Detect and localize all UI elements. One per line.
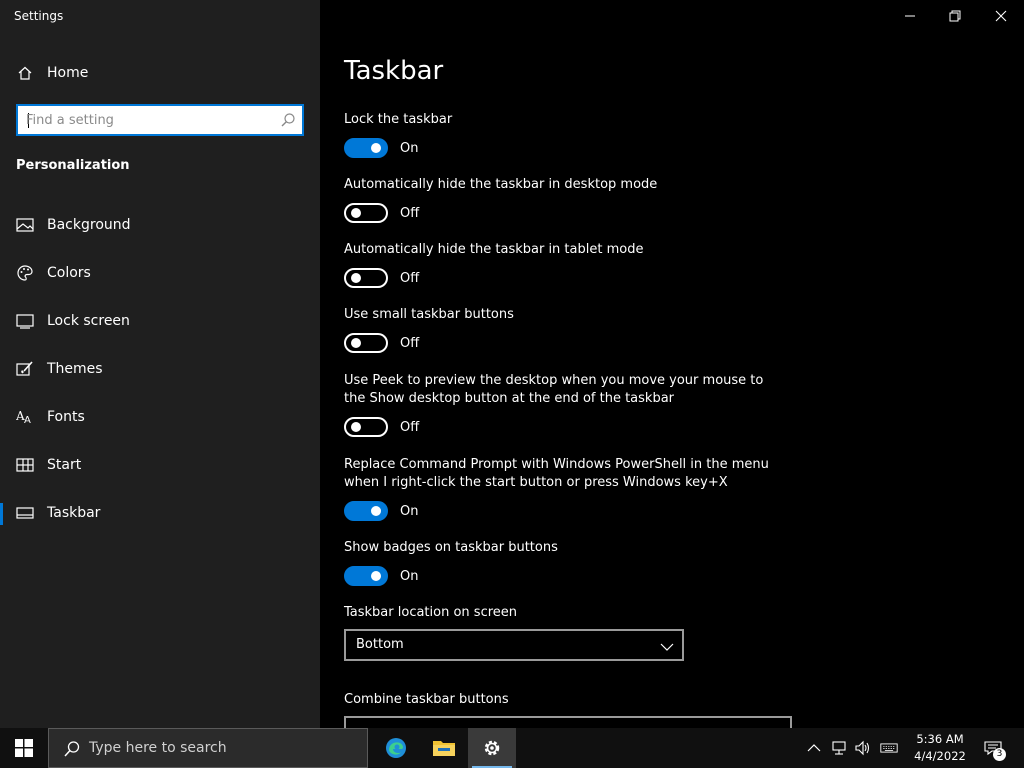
sidebar-item-lock-screen[interactable]: Lock screen xyxy=(0,301,320,341)
setting-label-small-buttons: Use small taskbar buttons xyxy=(344,307,514,322)
sidebar-item-label: Taskbar xyxy=(47,505,101,521)
toggle-knob xyxy=(351,338,361,348)
folder-icon xyxy=(433,741,455,756)
windows-logo-icon xyxy=(15,739,33,757)
toggle-peek[interactable] xyxy=(344,417,388,437)
toggle-autohide-desktop[interactable] xyxy=(344,203,388,223)
sidebar-item-background[interactable]: Background xyxy=(0,205,320,245)
sidebar-item-label: Start xyxy=(47,457,82,473)
combine-buttons-dropdown[interactable] xyxy=(344,716,792,728)
sidebar-item-label: Fonts xyxy=(47,409,85,425)
section-heading: Personalization xyxy=(16,158,130,173)
windows-taskbar: Type here to search 5:36 AM 4/4/2022 3 xyxy=(0,728,1024,768)
search-icon xyxy=(63,740,81,758)
file-explorer-app-button[interactable] xyxy=(420,728,468,768)
palette-icon xyxy=(16,264,34,282)
toggle-knob xyxy=(351,273,361,283)
window-title: Settings xyxy=(14,9,64,23)
taskbar-icon xyxy=(16,504,34,522)
edge-app-button[interactable] xyxy=(372,728,420,768)
svg-text:A: A xyxy=(24,415,31,425)
clock-date[interactable]: 4/4/2022 xyxy=(905,749,975,763)
settings-app-button[interactable] xyxy=(468,728,516,768)
taskbar-search-box[interactable]: Type here to search xyxy=(48,728,368,768)
setting-label-combine: Combine taskbar buttons xyxy=(344,692,509,707)
setting-label-lock-taskbar: Lock the taskbar xyxy=(344,112,453,127)
sidebar-item-label: Themes xyxy=(47,361,103,377)
search-icon[interactable] xyxy=(280,112,296,128)
home-icon xyxy=(16,64,34,82)
start-button[interactable] xyxy=(0,728,48,768)
toggle-autohide-tablet[interactable] xyxy=(344,268,388,288)
close-icon xyxy=(995,10,1007,22)
sidebar-item-label: Background xyxy=(47,217,131,233)
edge-icon xyxy=(386,738,406,758)
setting-label-autohide-desktop: Automatically hide the taskbar in deskto… xyxy=(344,177,658,192)
notification-badge: 3 xyxy=(993,748,1006,761)
setting-label-autohide-tablet: Automatically hide the taskbar in tablet… xyxy=(344,242,644,257)
sidebar: Settings Home Personalization Background… xyxy=(0,0,320,728)
toggle-knob xyxy=(351,208,361,218)
toggle-lock-taskbar[interactable] xyxy=(344,138,388,158)
sidebar-item-fonts[interactable]: AA Fonts xyxy=(0,397,320,437)
toggle-state-text: Off xyxy=(400,336,420,351)
toggle-knob xyxy=(351,422,361,432)
fonts-icon: AA xyxy=(16,408,34,426)
toggle-knob xyxy=(371,143,381,153)
toggle-knob xyxy=(371,506,381,516)
toggle-state-text: On xyxy=(400,504,419,519)
restore-icon xyxy=(949,10,961,22)
toggle-state-text: On xyxy=(400,141,419,156)
setting-label-location: Taskbar location on screen xyxy=(344,605,518,620)
minimize-button[interactable] xyxy=(887,0,933,32)
setting-label-badges: Show badges on taskbar buttons xyxy=(344,540,558,555)
search-field[interactable] xyxy=(16,104,304,136)
start-grid-icon xyxy=(16,456,34,474)
sidebar-item-taskbar[interactable]: Taskbar xyxy=(0,493,320,533)
toggle-state-text: Off xyxy=(400,420,420,435)
network-icon[interactable] xyxy=(830,739,848,757)
sidebar-item-themes[interactable]: Themes xyxy=(0,349,320,389)
dropdown-selected-value: Bottom xyxy=(356,637,404,652)
setting-label-powershell: Replace Command Prompt with Windows Powe… xyxy=(344,457,769,490)
toggle-badges[interactable] xyxy=(344,566,388,586)
toggle-knob xyxy=(371,571,381,581)
sidebar-item-label: Lock screen xyxy=(47,313,130,329)
toggle-state-text: Off xyxy=(400,271,420,286)
lock-screen-icon xyxy=(16,312,34,330)
taskbar-location-dropdown[interactable]: Bottom xyxy=(344,629,684,661)
toggle-powershell[interactable] xyxy=(344,501,388,521)
restore-button[interactable] xyxy=(932,0,978,32)
toggle-state-text: Off xyxy=(400,206,420,221)
volume-icon[interactable] xyxy=(854,739,872,757)
toggle-state-text: On xyxy=(400,569,419,584)
sidebar-item-label: Colors xyxy=(47,265,91,281)
minimize-icon xyxy=(905,15,915,17)
nav-home-label: Home xyxy=(47,65,89,81)
taskbar-search-placeholder: Type here to search xyxy=(89,740,227,756)
toggle-small-buttons[interactable] xyxy=(344,333,388,353)
picture-icon xyxy=(16,216,34,234)
chevron-down-icon xyxy=(660,639,674,653)
nav-home[interactable]: Home xyxy=(0,53,320,93)
sidebar-item-start[interactable]: Start xyxy=(0,445,320,485)
keyboard-icon[interactable] xyxy=(880,739,898,757)
selection-indicator xyxy=(0,503,3,525)
brush-icon xyxy=(16,360,34,378)
search-input[interactable] xyxy=(26,111,266,129)
page-title: Taskbar xyxy=(344,56,444,86)
chevron-up-icon[interactable] xyxy=(805,739,823,757)
clock-time[interactable]: 5:36 AM xyxy=(905,732,975,746)
setting-label-peek: Use Peek to preview the desktop when you… xyxy=(344,373,764,406)
gear-icon xyxy=(484,740,500,756)
sidebar-item-colors[interactable]: Colors xyxy=(0,253,320,293)
close-button[interactable] xyxy=(978,0,1024,32)
